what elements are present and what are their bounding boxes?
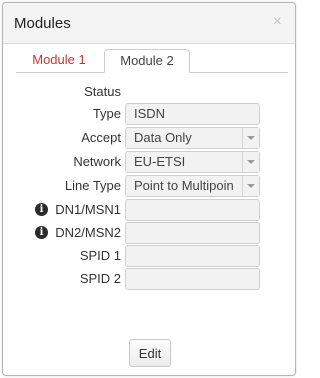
dn1-input[interactable] [125,199,260,221]
module-tabs: Module 1 Module 2 [16,49,288,73]
network-row: Network EU-ETSI [3,151,295,173]
modules-dialog: Modules × Module 1 Module 2 Status Type … [2,2,296,376]
dialog-title: Modules [14,15,71,32]
accept-value: Data Only [134,130,192,145]
spid1-row: SPID 1 [3,245,295,267]
dn2-row: i DN2/MSN2 [3,222,295,244]
dn2-label: DN2/MSN2 [55,225,121,240]
dn1-row: i DN1/MSN1 [3,199,295,221]
edit-button[interactable]: Edit [129,339,171,367]
type-value: ISDN [134,106,166,121]
network-label: Network [73,154,121,169]
spid2-row: SPID 2 [3,268,295,290]
close-icon[interactable]: × [273,14,282,30]
dialog-titlebar: Modules × [3,3,295,44]
line-type-value: Point to Multipoin [134,178,234,193]
network-select[interactable]: EU-ETSI [125,151,260,173]
accept-dropdown-arrow[interactable] [242,128,259,148]
dn2-input[interactable] [125,222,260,244]
chevron-down-icon [247,136,255,140]
tab-module-1[interactable]: Module 1 [16,49,102,71]
line-type-dropdown-arrow[interactable] [242,176,259,196]
info-icon[interactable]: i [35,226,48,239]
status-label: Status [84,84,121,99]
type-row: Type ISDN [3,103,295,125]
info-icon[interactable]: i [35,203,48,216]
spid1-input[interactable] [125,245,260,267]
type-label: Type [92,106,121,121]
chevron-down-icon [247,160,255,164]
spid2-label: SPID 2 [79,271,121,286]
dn1-label: DN1/MSN1 [55,202,121,217]
status-row: Status [3,81,295,103]
chevron-down-icon [247,184,255,188]
spid2-input[interactable] [125,268,260,290]
accept-label: Accept [81,130,121,145]
accept-row: Accept Data Only [3,127,295,149]
type-field: ISDN [125,103,260,125]
line-type-row: Line Type Point to Multipoin [3,175,295,197]
tab-module-2[interactable]: Module 2 [104,49,190,73]
spid1-label: SPID 1 [79,248,121,263]
line-type-select[interactable]: Point to Multipoin [125,175,260,197]
network-value: EU-ETSI [134,154,186,169]
accept-select[interactable]: Data Only [125,127,260,149]
network-dropdown-arrow[interactable] [242,152,259,172]
line-type-label: Line Type [64,178,121,193]
